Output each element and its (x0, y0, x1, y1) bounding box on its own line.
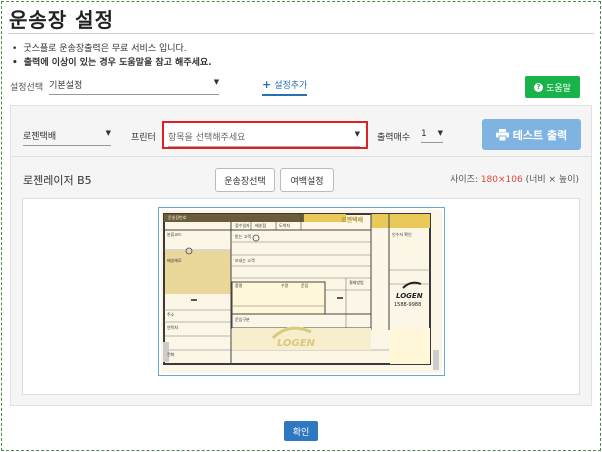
preset-row: 설정선택 기본설정 ▼ (10, 78, 220, 95)
size-unit: (너비 × 높이) (525, 175, 579, 185)
margin-settings-label: 여백설정 (290, 176, 324, 187)
title-divider (8, 33, 594, 34)
waybill-field-memo: 배송메모 (167, 258, 182, 263)
preset-select[interactable]: 기본설정 ▼ (49, 78, 220, 95)
help-button-label: 도움말 (546, 83, 571, 94)
waybill-field-recipient: 받는 고객 (235, 234, 251, 239)
courier-value: 로젠택배 (23, 132, 57, 142)
label-size: 사이즈: 180×106 (너비 × 높이) (450, 172, 579, 185)
caret-down-icon: ▼ (437, 129, 443, 137)
waybill-field-region: 도착지 (279, 223, 291, 228)
printer-select[interactable]: 항목을 선택해주세요 ▼ (162, 121, 368, 149)
select-waybill-button[interactable]: 운송장선택 (215, 168, 275, 192)
caret-down-icon: ▼ (213, 78, 220, 86)
waybill-preview-image: 로젠택배 운송장번호 접수일자 배송점 도착지 분류코드 받는 고객 보내는 고… (158, 207, 445, 376)
copies-value: 1 (421, 129, 427, 139)
margin-settings-button[interactable]: 여백설정 (280, 168, 334, 192)
size-value: 180×106 (480, 175, 523, 185)
test-print-label: 테스트 출력 (512, 128, 568, 142)
select-waybill-label: 운송장선택 (224, 176, 266, 187)
help-button[interactable]: ? 도움말 (525, 76, 580, 98)
bullet-icon: • (12, 44, 18, 54)
waybill-phone: 1588-9988 (394, 302, 422, 308)
confirm-button-label: 확인 (292, 427, 310, 438)
waybill-brand-sub: 로젠택배 (341, 217, 364, 224)
label-type-name: 로젠레이저 B5 (23, 174, 92, 187)
add-preset-link[interactable]: + 설정추가 (262, 78, 308, 96)
waybill-field-item: 품명 (235, 283, 243, 288)
waybill-field-date: 접수일자 (235, 223, 250, 228)
waybill-paper: 로젠택배 운송장번호 접수일자 배송점 도착지 분류코드 받는 고객 보내는 고… (161, 210, 442, 373)
notice-text: 출력에 이상이 있는 경우 도움말을 참고 해주세요. (23, 58, 212, 68)
bullet-icon: • (12, 58, 18, 68)
print-toolbar: 로젠택배 ▼ 프린터 항목을 선택해주세요 ▼ 출력매수 1 ▼ 테스트 출력 (11, 106, 591, 156)
waybill-preview-area: 로젠택배 운송장번호 접수일자 배송점 도착지 분류코드 받는 고객 보내는 고… (22, 198, 580, 395)
waybill-brand-side: LOGEN (396, 292, 423, 300)
caret-down-icon: ▼ (354, 130, 360, 138)
notice-item: • 굿스플로 운송장출력은 무료 서비스 입니다. (12, 42, 212, 56)
test-print-button[interactable]: 테스트 출력 (482, 119, 581, 150)
copies-label: 출력매수 (377, 133, 411, 143)
waybill-field-fee: 운임구분 (235, 317, 250, 322)
waybill-field-tel: 전화 (167, 352, 175, 357)
toolbar-divider (11, 156, 591, 157)
waybill-field-payment: 결제방법 (349, 280, 364, 285)
waybill-brand-watermark: LOGEN (277, 338, 315, 349)
notice-text: 굿스플로 운송장출력은 무료 서비스 입니다. (23, 44, 187, 54)
caret-down-icon: ▼ (105, 129, 111, 137)
courier-select[interactable]: 로젠택배 ▼ (23, 129, 111, 146)
waybill-field-contact: 연락처 (167, 325, 179, 330)
question-circle-icon: ? (534, 82, 544, 92)
add-preset-label: 설정추가 (274, 81, 308, 91)
waybill-field-receipt: 인수자 확인 (392, 232, 412, 237)
notice-item: • 출력에 이상이 있는 경우 도움말을 참고 해주세요. (12, 56, 212, 70)
notice-list: • 굿스플로 운송장출력은 무료 서비스 입니다. • 출력에 이상이 있는 경… (12, 42, 212, 70)
waybill-field-code: 분류코드 (167, 232, 182, 237)
printer-select-inner: 항목을 선택해주세요 ▼ (168, 130, 360, 147)
printer-label: 프린터 (131, 133, 156, 143)
waybill-field-freight: 운임 (301, 283, 309, 288)
size-label: 사이즈: (450, 175, 478, 185)
plus-icon: + (262, 78, 272, 91)
printer-placeholder: 항목을 선택해주세요 (168, 133, 246, 143)
preset-label: 설정선택 (10, 83, 44, 93)
waybill-field-address: 주소 (167, 312, 175, 317)
confirm-button[interactable]: 확인 (284, 421, 318, 441)
page-title: 운송장 설정 (9, 8, 114, 32)
waybill-field-qty: 수량 (281, 283, 289, 288)
settings-panel: 로젠택배 ▼ 프린터 항목을 선택해주세요 ▼ 출력매수 1 ▼ 테스트 출력 … (10, 105, 592, 406)
printer-icon (495, 128, 509, 141)
copies-select[interactable]: 1 ▼ (421, 129, 443, 143)
preset-value: 기본설정 (49, 81, 83, 91)
waybill-field-tracking: 운송장번호 (168, 215, 187, 220)
waybill-field-sender: 보내는 고객 (235, 258, 255, 263)
waybill-field-branch: 배송점 (255, 223, 267, 228)
